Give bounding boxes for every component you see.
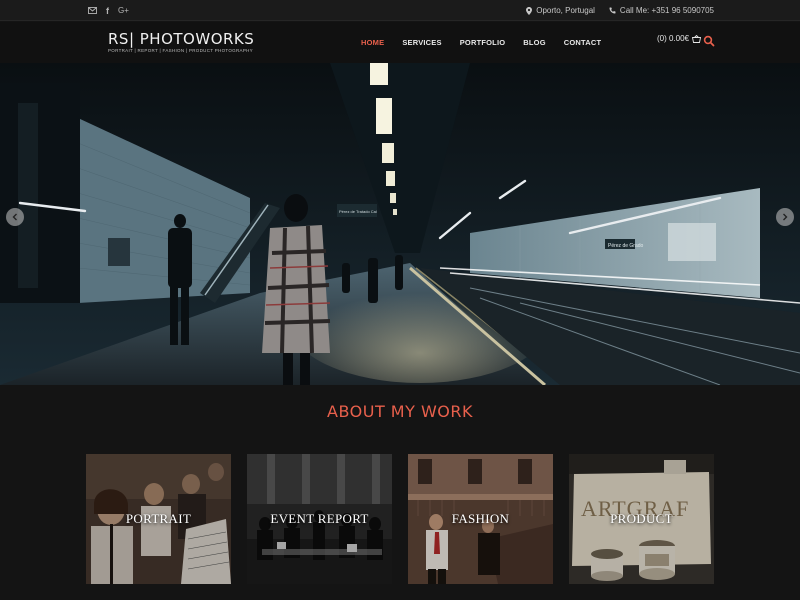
nav-contact[interactable]: CONTACT <box>555 38 611 47</box>
phone-text: Call Me: +351 96 5090705 <box>619 6 714 15</box>
hero-slider: Pérez de Grado Pérez de Tratado Cal <box>0 63 800 385</box>
section-title: ABOUT MY WORK <box>327 402 473 421</box>
google-plus-icon[interactable]: G+ <box>118 6 129 15</box>
facebook-icon[interactable]: f <box>106 6 109 16</box>
logo-tagline: PORTRAIT | REPORT | FASHION | PRODUCT PH… <box>108 48 253 53</box>
location-pin-icon <box>526 6 533 15</box>
chevron-left-icon <box>12 213 17 221</box>
tile-label: PRODUCT <box>610 511 673 526</box>
nav-services[interactable]: SERVICES <box>393 38 450 47</box>
about-section: ABOUT MY WORK PORTRAIT EVENT REPORT FASH… <box>0 385 800 600</box>
tile-product[interactable]: ARTGRAF PRODUCT <box>569 454 714 584</box>
tile-fashion[interactable]: FASHION <box>408 454 553 584</box>
main-header: RS| PHOTOWORKS PORTRAIT | REPORT | FASHI… <box>0 22 800 63</box>
basket-icon <box>692 34 702 43</box>
location-item: Oporto, Portugal <box>526 6 595 15</box>
nav-blog[interactable]: BLOG <box>514 38 554 47</box>
nav-portfolio[interactable]: PORTFOLIO <box>451 38 515 47</box>
tile-portrait[interactable]: PORTRAIT <box>86 454 231 584</box>
top-bar: f G+ Oporto, Portugal Call Me: +351 96 5… <box>0 0 800 21</box>
tile-label: PORTRAIT <box>125 511 192 526</box>
nav-home[interactable]: HOME <box>352 38 393 47</box>
cart-button[interactable]: (0) 0.00€ <box>657 34 702 43</box>
social-links: f G+ <box>88 0 129 21</box>
contact-info: Oporto, Portugal Call Me: +351 96 509070… <box>526 0 714 21</box>
chevron-right-icon <box>783 213 788 221</box>
site-logo[interactable]: RS| PHOTOWORKS PORTRAIT | REPORT | FASHI… <box>108 31 254 53</box>
search-icon[interactable] <box>703 34 715 47</box>
hanging-sign: Pérez de Tratado Cal <box>339 209 377 214</box>
metro-station-photo: Pérez de Grado Pérez de Tratado Cal <box>0 63 800 385</box>
tile-label: EVENT REPORT <box>270 511 369 526</box>
slider-prev-button[interactable] <box>6 208 24 226</box>
mail-icon[interactable] <box>88 7 97 14</box>
station-sign: Pérez de Grado <box>608 243 644 249</box>
slider-next-button[interactable] <box>776 208 794 226</box>
tile-event-report[interactable]: EVENT REPORT <box>247 454 392 584</box>
cart-total: (0) 0.00€ <box>657 34 690 43</box>
main-nav: HOME SERVICES PORTFOLIO BLOG CONTACT <box>352 22 610 63</box>
logo-name: RS| PHOTOWORKS <box>108 30 255 48</box>
phone-icon <box>609 7 616 14</box>
tile-label: FASHION <box>451 511 510 526</box>
location-text: Oporto, Portugal <box>536 6 595 15</box>
phone-item[interactable]: Call Me: +351 96 5090705 <box>609 6 714 15</box>
